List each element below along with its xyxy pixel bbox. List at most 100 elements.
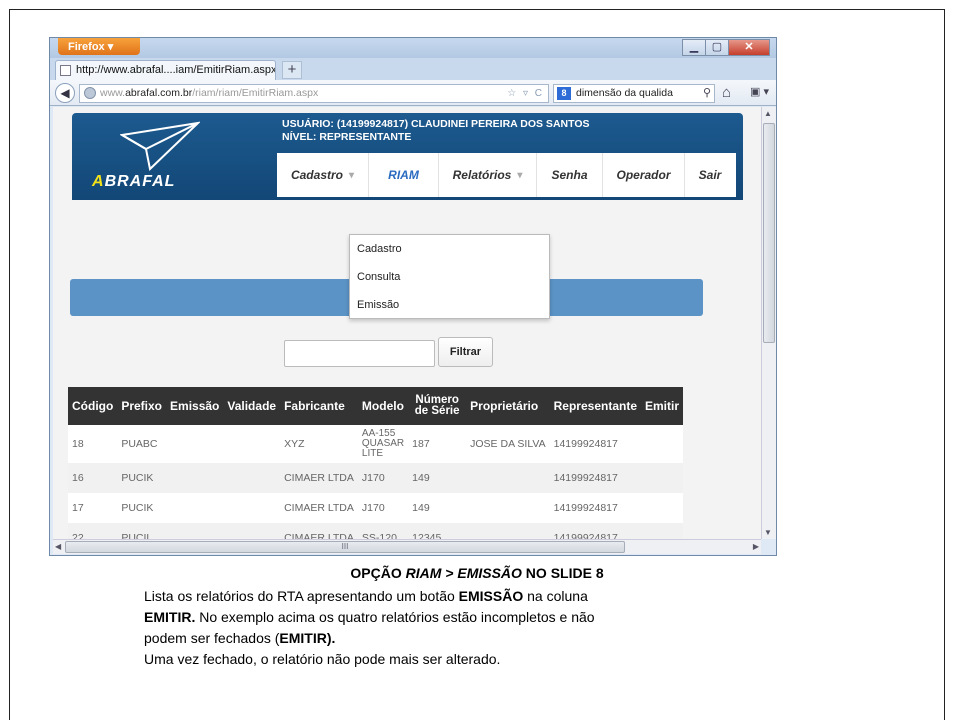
- cell-numero-serie: 149: [408, 493, 467, 523]
- col-header-modelo: Modelo: [357, 387, 409, 425]
- filter-button[interactable]: Filtrar: [438, 337, 493, 367]
- table-row: 22 PUCIL CIMAER LTDA SS-120 12345 141999…: [68, 523, 684, 539]
- vertical-scroll-thumb[interactable]: [763, 123, 775, 343]
- search-text: dimensão da qualida: [576, 87, 673, 99]
- riam-table: Código Prefixo Emissão Validade Fabrican…: [68, 387, 684, 539]
- dropdown-item-cadastro[interactable]: Cadastro: [350, 235, 549, 263]
- dropdown-item-emissao[interactable]: Emissão: [350, 291, 549, 319]
- col-header-numero-serie: Número de Série: [408, 387, 467, 425]
- tab-title: http://www.abrafal....iam/EmitirRiam.asp…: [76, 64, 276, 76]
- url-domain: abrafal.com.br: [125, 87, 193, 99]
- col-header-prefixo: Prefixo: [117, 387, 167, 425]
- cell-modelo: AA-155 QUASAR LITE: [357, 425, 409, 463]
- cell-validade: [223, 425, 281, 463]
- user-info: USUÁRIO: (14199924817) CLAUDINEI PEREIRA…: [282, 118, 590, 144]
- cell-fabricante: CIMAER LTDA: [280, 463, 358, 493]
- navigation-toolbar: ◀ www.abrafal.com.br/riam/riam/EmitirRia…: [50, 80, 776, 106]
- menu-relatorios[interactable]: Relatórios ▾: [439, 153, 537, 197]
- col-header-validade: Validade: [223, 387, 281, 425]
- cell-proprietario: [466, 463, 550, 493]
- logo-text: ABRAFAL: [92, 173, 176, 190]
- cell-modelo: J170: [357, 463, 409, 493]
- user-line: USUÁRIO: (14199924817) CLAUDINEI PEREIRA…: [282, 118, 590, 130]
- cell-emitir: [641, 463, 684, 493]
- col-header-emissao: Emissão: [166, 387, 224, 425]
- horizontal-scrollbar[interactable]: ◀ III ▶: [53, 539, 761, 554]
- cell-validade: [223, 463, 281, 493]
- cell-emissao: [166, 523, 224, 539]
- cell-proprietario: [466, 493, 550, 523]
- back-arrow-icon[interactable]: ◀: [55, 83, 75, 103]
- cell-codigo: 22: [68, 523, 118, 539]
- bookmark-star-icon[interactable]: ☆ ▿ C: [507, 85, 544, 102]
- cell-codigo: 17: [68, 493, 118, 523]
- cell-prefixo: PUCIK: [117, 463, 167, 493]
- scroll-right-icon[interactable]: ▶: [753, 542, 759, 551]
- cell-codigo: 16: [68, 463, 118, 493]
- minimize-button[interactable]: ▁: [682, 39, 706, 56]
- menu-operador[interactable]: Operador: [603, 153, 685, 197]
- cell-validade: [223, 523, 281, 539]
- home-icon[interactable]: ⌂: [722, 84, 731, 101]
- cell-emitir: [641, 493, 684, 523]
- horizontal-scroll-thumb[interactable]: III: [65, 541, 625, 553]
- col-header-emitir: Emitir: [641, 387, 684, 425]
- vertical-scrollbar[interactable]: ▲ ▼: [761, 107, 776, 539]
- slide-caption: OPÇÃO RIAM > EMISSÃO NO SLIDE 8: [350, 565, 604, 581]
- scroll-left-icon[interactable]: ◀: [55, 542, 61, 551]
- menu-riam[interactable]: RIAM: [369, 153, 439, 197]
- scroll-up-icon[interactable]: ▲: [764, 109, 772, 118]
- title-bar: Firefox ▾ ▁ ▢ ✕: [50, 38, 776, 58]
- globe-icon: [84, 87, 96, 99]
- cell-representante: 14199924817: [549, 463, 641, 493]
- cell-emissao: [166, 493, 224, 523]
- cell-fabricante: CIMAER LTDA: [280, 523, 358, 539]
- site-header: ABRAFAL USUÁRIO: (14199924817) CLAUDINEI…: [72, 113, 743, 200]
- cell-emissao: [166, 425, 224, 463]
- cell-emitir: [641, 425, 684, 463]
- logo[interactable]: ABRAFAL: [72, 113, 277, 200]
- cell-fabricante: XYZ: [280, 425, 358, 463]
- menu-sair[interactable]: Sair: [685, 153, 735, 197]
- cell-proprietario: JOSE DA SILVA: [466, 425, 550, 463]
- table-row: 18 PUABC XYZ AA-155 QUASAR LITE 187 JOSE…: [68, 425, 684, 463]
- browser-window: Firefox ▾ ▁ ▢ ✕ http://www.abrafal....ia…: [49, 37, 777, 556]
- firefox-menu-button[interactable]: Firefox ▾: [58, 38, 140, 55]
- cell-prefixo: PUABC: [117, 425, 167, 463]
- cell-representante: 14199924817: [549, 493, 641, 523]
- dropdown-item-consulta[interactable]: Consulta: [350, 263, 549, 291]
- slide-description: Lista os relatórios do RTA apresentando …: [144, 588, 595, 667]
- riam-dropdown-menu: Cadastro Consulta Emissão: [349, 234, 550, 319]
- paper-plane-logo-icon: [120, 121, 200, 171]
- address-bar[interactable]: www.abrafal.com.br/riam/riam/EmitirRiam.…: [79, 84, 549, 103]
- cell-modelo: J170: [357, 493, 409, 523]
- caret-down-icon: ▾: [517, 169, 523, 181]
- page-icon: [60, 65, 71, 76]
- cell-codigo: 18: [68, 425, 118, 463]
- menu-cadastro[interactable]: Cadastro ▾: [277, 153, 369, 197]
- search-icon[interactable]: ⚲: [703, 85, 711, 102]
- bookmarks-menu-icon[interactable]: ▣ ▾: [750, 85, 774, 101]
- close-button[interactable]: ✕: [728, 39, 770, 56]
- scroll-down-icon[interactable]: ▼: [764, 528, 772, 537]
- cell-numero-serie: 12345: [408, 523, 467, 539]
- cell-representante: 14199924817: [549, 523, 641, 539]
- table-header-row: Código Prefixo Emissão Validade Fabrican…: [68, 387, 684, 425]
- page-viewport: ABRAFAL USUÁRIO: (14199924817) CLAUDINEI…: [53, 107, 761, 539]
- cell-representante: 14199924817: [549, 425, 641, 463]
- col-header-proprietario: Proprietário: [466, 387, 550, 425]
- search-engine-icon[interactable]: 8: [557, 87, 571, 100]
- cell-modelo: SS-120: [357, 523, 409, 539]
- menu-senha[interactable]: Senha: [537, 153, 603, 197]
- main-menu: Cadastro ▾ RIAM Relatórios ▾ Senha Operado…: [277, 153, 736, 197]
- table-row: 17 PUCIK CIMAER LTDA J170 149 1419992481…: [68, 493, 684, 523]
- maximize-button[interactable]: ▢: [705, 39, 729, 56]
- cell-validade: [223, 493, 281, 523]
- new-tab-button[interactable]: +: [282, 61, 302, 79]
- browser-tab[interactable]: http://www.abrafal....iam/EmitirRiam.asp…: [55, 60, 276, 80]
- filter-input[interactable]: [284, 340, 435, 367]
- cell-proprietario: [466, 523, 550, 539]
- cell-emitir: [641, 523, 684, 539]
- search-box[interactable]: 8 dimensão da qualida ⚲: [553, 84, 715, 103]
- cell-prefixo: PUCIK: [117, 493, 167, 523]
